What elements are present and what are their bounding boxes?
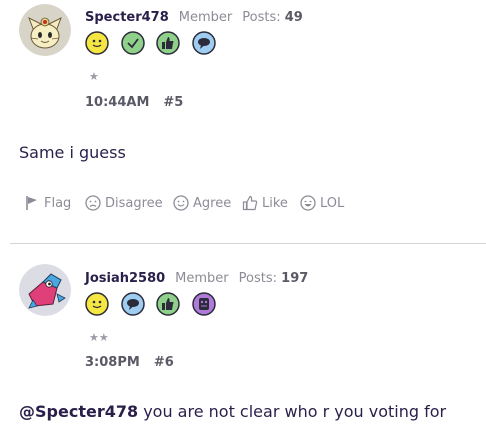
post-message: @Specter478 you are not clear who r you … xyxy=(19,402,446,421)
porygon-avatar-icon xyxy=(19,264,71,316)
posts-label: Posts: xyxy=(242,10,281,25)
lol-label: LOL xyxy=(320,195,345,211)
user-info: Specter478 Member Posts: 49 xyxy=(85,10,303,25)
flag-label: Flag xyxy=(44,195,72,211)
post-message: Same i guess xyxy=(19,143,126,162)
check-icon[interactable] xyxy=(121,31,145,55)
username[interactable]: Specter478 xyxy=(85,10,169,25)
agree-label: Agree xyxy=(193,195,232,211)
message-text: you are not clear who r you voting for xyxy=(138,402,447,421)
avatar-specter478[interactable] xyxy=(19,4,71,56)
thumbs-up-icon[interactable] xyxy=(156,292,180,316)
frown-icon xyxy=(85,195,101,211)
lol-button[interactable]: LOL xyxy=(300,193,344,213)
disagree-label: Disagree xyxy=(105,195,163,211)
username[interactable]: Josiah2580 xyxy=(85,271,165,286)
posts-count: 49 xyxy=(284,10,303,25)
smile-icon[interactable] xyxy=(85,292,109,316)
post-number[interactable]: #5 xyxy=(163,95,183,110)
ghost-icon[interactable] xyxy=(192,292,216,316)
user-role: Member xyxy=(175,271,229,286)
like-button[interactable]: Like xyxy=(242,193,288,213)
agree-button[interactable]: Agree xyxy=(173,193,231,213)
post-number[interactable]: #6 xyxy=(154,355,174,370)
meowth-avatar-icon xyxy=(19,4,71,56)
post-5: Specter478 Member Posts: 49 ★ 10:44AM #5 Sa… xyxy=(0,0,486,243)
flag-button[interactable]: Flag xyxy=(24,193,71,213)
flag-icon xyxy=(26,196,37,210)
post-time[interactable]: 10:44AM xyxy=(85,95,149,110)
user-role: Member xyxy=(178,10,233,25)
rank-stars: ★★ xyxy=(89,331,109,344)
smile-icon[interactable] xyxy=(85,31,109,55)
user-info: Josiah2580 Member Posts: 197 xyxy=(85,271,308,286)
user-mention[interactable]: @Specter478 xyxy=(19,402,138,421)
thumbs-up-icon[interactable] xyxy=(156,31,180,55)
post-meta: 3:08PM #6 xyxy=(85,355,174,370)
disagree-button[interactable]: Disagree xyxy=(85,193,163,213)
speech-bubble-icon[interactable] xyxy=(121,292,145,316)
like-label: Like xyxy=(262,195,288,211)
thumbs-up-outline-icon xyxy=(242,195,258,211)
rank-stars: ★ xyxy=(89,70,99,83)
laugh-icon xyxy=(300,195,316,211)
posts-count: 197 xyxy=(281,271,309,286)
smile-outline-icon xyxy=(173,195,189,211)
post-6: Josiah2580 Member Posts: 197 ★★ 3:08PM #… xyxy=(0,244,486,443)
post-time[interactable]: 3:08PM xyxy=(85,355,140,370)
post-meta: 10:44AM #5 xyxy=(85,95,183,110)
avatar-josiah2580[interactable] xyxy=(19,264,71,316)
posts-label: Posts: xyxy=(238,271,278,286)
speech-bubble-icon[interactable] xyxy=(192,31,216,55)
